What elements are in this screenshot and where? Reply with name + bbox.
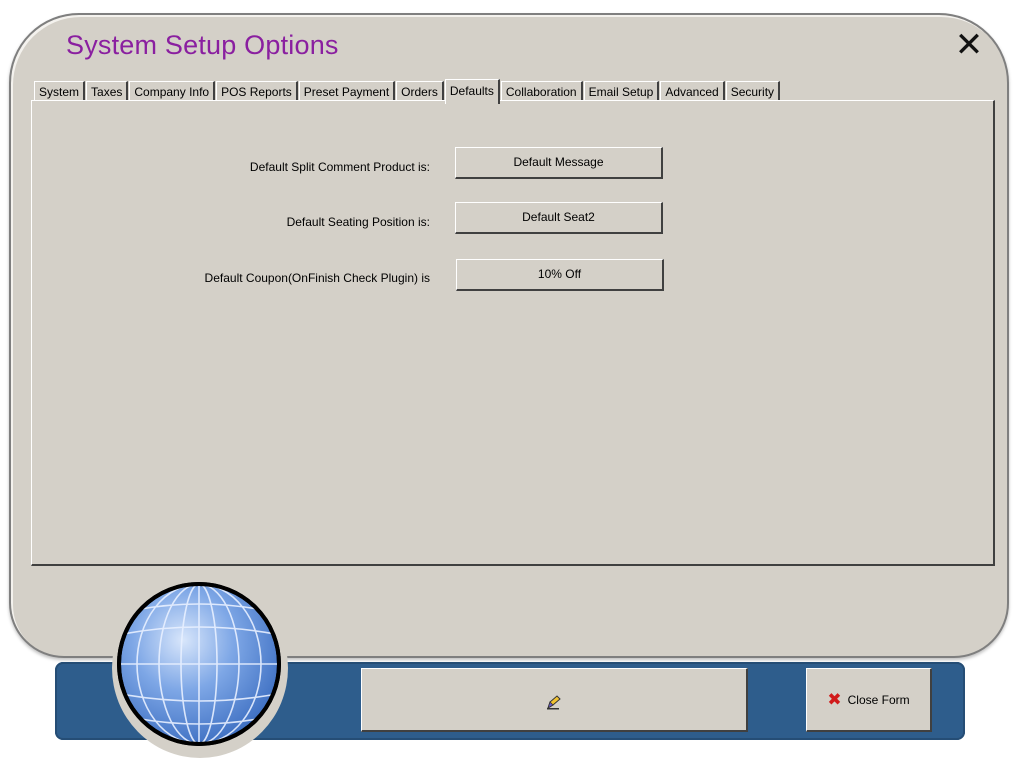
- close-form-label: Close Form: [847, 692, 910, 707]
- close-form-button[interactable]: ✖ Close Form: [806, 668, 932, 732]
- edit-pencil-icon: [547, 695, 561, 710]
- globe-icon: [117, 582, 281, 746]
- coupon-button[interactable]: 10% Off: [456, 259, 664, 291]
- tab-bar: System Taxes Company Info POS Reports Pr…: [34, 78, 781, 104]
- seating-position-button[interactable]: Default Seat2: [455, 202, 663, 234]
- tab-security[interactable]: Security: [725, 81, 781, 102]
- split-comment-label: Default Split Comment Product is:: [249, 160, 430, 174]
- close-icon[interactable]: ✕: [952, 28, 986, 62]
- tab-company-info[interactable]: Company Info: [129, 81, 216, 102]
- defaults-panel: Default Split Comment Product is: Defaul…: [31, 100, 995, 566]
- red-x-icon: ✖: [827, 689, 842, 710]
- coupon-label: Default Coupon(OnFinish Check Plugin) is: [204, 271, 430, 285]
- tab-taxes[interactable]: Taxes: [86, 81, 129, 102]
- edit-button[interactable]: [361, 668, 748, 732]
- tab-email-setup[interactable]: Email Setup: [583, 81, 660, 102]
- tab-system[interactable]: System: [34, 81, 86, 102]
- tab-collaboration[interactable]: Collaboration: [500, 81, 583, 102]
- tab-orders[interactable]: Orders: [396, 81, 444, 102]
- tab-pos-reports[interactable]: POS Reports: [216, 81, 298, 102]
- tab-defaults[interactable]: Defaults: [444, 79, 500, 104]
- tab-advanced[interactable]: Advanced: [660, 81, 725, 102]
- split-comment-button[interactable]: Default Message: [455, 147, 663, 179]
- seating-position-label: Default Seating Position is:: [286, 215, 430, 229]
- tab-preset-payment[interactable]: Preset Payment: [298, 81, 396, 102]
- window-title: System Setup Options: [66, 30, 339, 60]
